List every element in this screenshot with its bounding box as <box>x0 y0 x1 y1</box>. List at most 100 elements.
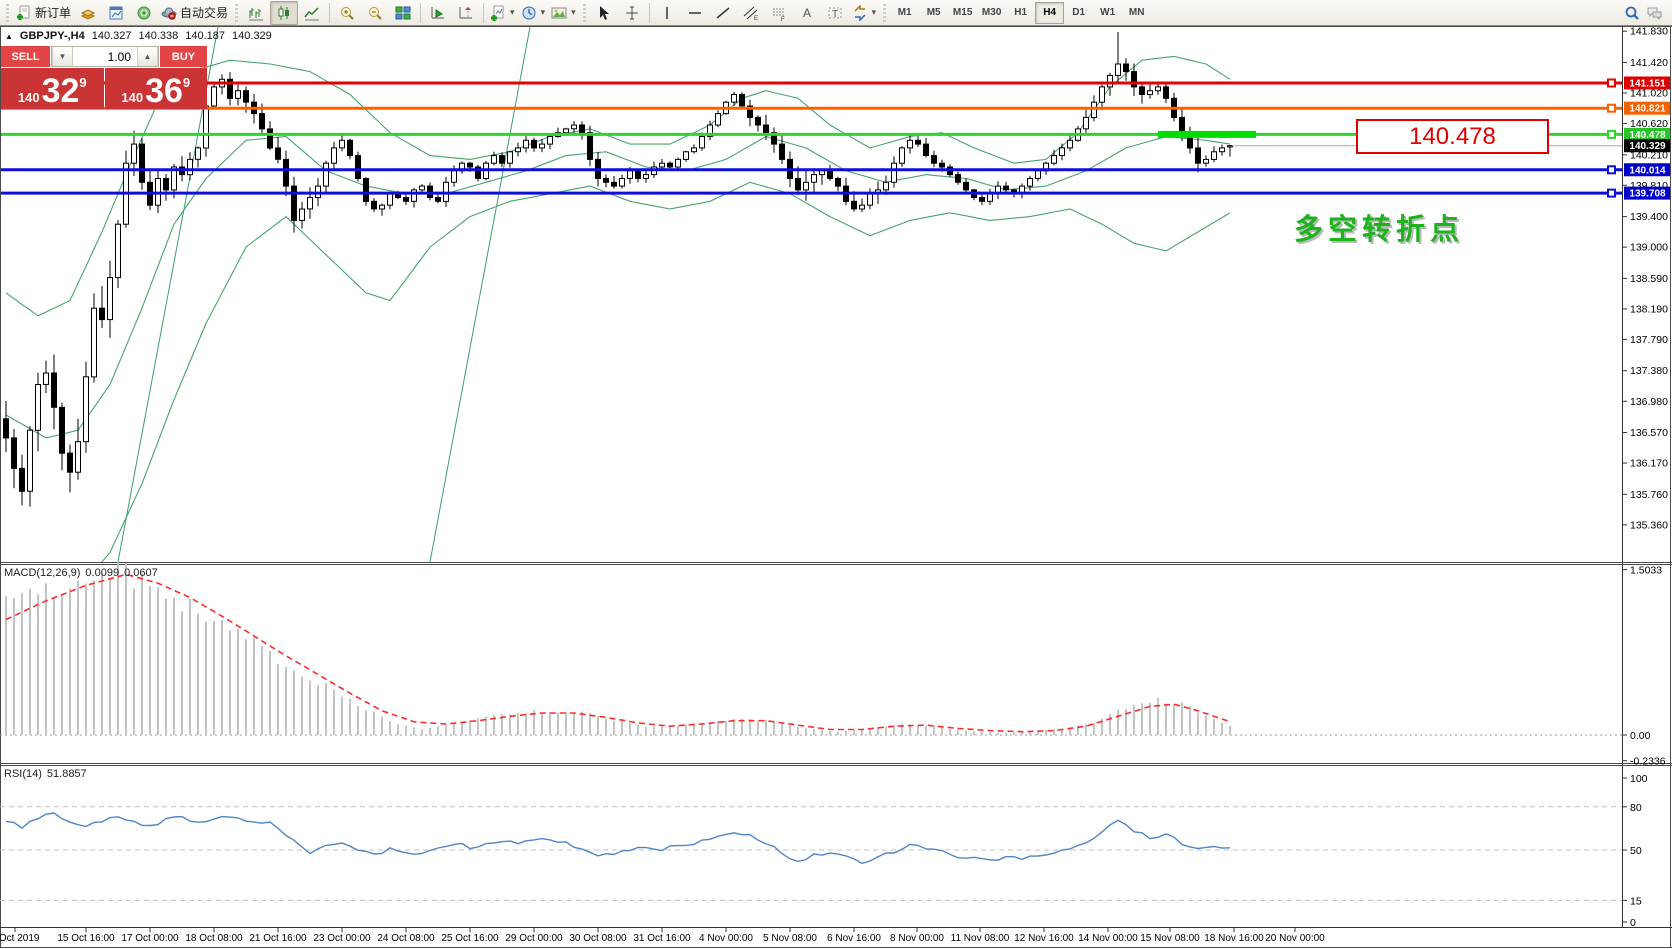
zoom-out-button[interactable] <box>361 1 389 25</box>
macd-histogram-bar <box>949 729 951 735</box>
candle-body <box>44 373 49 384</box>
new-order-button[interactable]: 新订单 <box>13 1 74 25</box>
macd-histogram-bar <box>157 587 159 735</box>
tf-button-h4[interactable]: H4 <box>1035 2 1064 24</box>
dropdown-caret-icon: ▾ <box>510 7 515 18</box>
candle-body <box>244 91 249 102</box>
time-tick-label: 31 Oct 16:00 <box>633 933 691 944</box>
level-endpoint-marker[interactable] <box>1608 80 1615 87</box>
cn-text-annotation[interactable]: 多空转折点 <box>1294 206 1464 248</box>
autotrade-button[interactable]: 自动交易 <box>158 1 231 25</box>
level-endpoint-marker[interactable] <box>1608 131 1615 138</box>
tf-button-m5[interactable]: M5 <box>919 2 948 24</box>
crosshair-button[interactable] <box>618 1 646 25</box>
macd-histogram-bar <box>253 638 255 736</box>
candle-body <box>1028 179 1033 187</box>
trendline-button[interactable] <box>709 1 737 25</box>
candlestick-chart-button[interactable] <box>270 1 298 25</box>
periods-icon <box>521 5 537 21</box>
periods-button[interactable]: ▾ <box>518 1 549 25</box>
equidistant-channel-button[interactable]: E <box>737 1 765 25</box>
macd-histogram-bar <box>661 727 663 736</box>
highlight-segment[interactable] <box>1158 131 1256 138</box>
buy-price-display[interactable]: 140 36 9 <box>105 68 208 109</box>
toolbar-grip[interactable] <box>581 4 588 22</box>
level-endpoint-marker[interactable] <box>1608 190 1615 197</box>
price-tick-label: 139.000 <box>1630 242 1668 254</box>
tf-button-mn[interactable]: MN <box>1122 2 1151 24</box>
buy-button[interactable]: BUY <box>160 46 207 67</box>
chart-shift-button[interactable] <box>452 1 480 25</box>
volume-input[interactable]: 1.00 <box>73 47 137 66</box>
cursor-button[interactable] <box>590 1 618 25</box>
macd-histogram-bar <box>245 639 247 735</box>
data-window-button[interactable] <box>102 1 130 25</box>
candle-body <box>1196 148 1201 163</box>
tf-button-h1[interactable]: H1 <box>1006 2 1035 24</box>
candle-body <box>756 117 761 125</box>
navigator-button[interactable] <box>130 1 158 25</box>
toolbar-grip[interactable] <box>233 4 240 22</box>
tf-button-d1[interactable]: D1 <box>1064 2 1093 24</box>
toolbar-right <box>1624 5 1670 21</box>
macd-histogram-bar <box>805 729 807 736</box>
zoom-in-button[interactable] <box>333 1 361 25</box>
macd-histogram-bar <box>1173 704 1175 735</box>
macd-histogram-bar <box>1029 732 1031 735</box>
toolbar-grip[interactable] <box>881 4 888 22</box>
tf-button-m1[interactable]: M1 <box>890 2 919 24</box>
macd-histogram-bar <box>189 599 191 735</box>
candle-body <box>868 194 873 205</box>
candle-body <box>852 201 857 209</box>
text-button[interactable]: A <box>793 1 821 25</box>
toolbar-grip[interactable] <box>4 4 11 22</box>
macd-histogram-bar <box>1133 705 1135 735</box>
candle-body <box>212 87 217 106</box>
macd-histogram-bar <box>789 726 791 736</box>
tile-windows-icon <box>395 5 411 21</box>
text-label-icon: T <box>827 5 843 21</box>
time-tick-label: 15 Oct 16:00 <box>57 933 115 944</box>
new-order-label: 新订单 <box>35 4 71 21</box>
price-tick-label: 141.830 <box>1630 26 1668 38</box>
text-label-button[interactable]: T <box>821 1 849 25</box>
tf-button-m30[interactable]: M30 <box>977 2 1006 24</box>
chat-icon[interactable] <box>1646 5 1662 21</box>
new-chart-button[interactable]: ▾ <box>487 1 518 25</box>
macd-histogram-bar <box>669 726 671 735</box>
candle-body <box>1084 117 1089 128</box>
macd-histogram-bar <box>1045 730 1047 735</box>
data-window-icon <box>108 5 124 21</box>
sell-price-display[interactable]: 140 32 9 <box>1 68 104 109</box>
fibonacci-button[interactable]: F <box>765 1 793 25</box>
search-icon[interactable] <box>1624 5 1640 21</box>
macd-histogram-bar <box>117 562 119 735</box>
volume-up-button[interactable]: ▲ <box>137 47 158 66</box>
vertical-line-button[interactable] <box>653 1 681 25</box>
templates-button[interactable]: ▾ <box>548 1 579 25</box>
sell-button[interactable]: SELL <box>1 46 50 67</box>
auto-scroll-button[interactable] <box>424 1 452 25</box>
tf-button-w1[interactable]: W1 <box>1093 2 1122 24</box>
level-endpoint-marker[interactable] <box>1608 105 1615 112</box>
market-watch-button[interactable] <box>74 1 102 25</box>
volume-down-button[interactable]: ▼ <box>52 47 73 66</box>
macd-histogram-bar <box>341 697 343 735</box>
price-annotation-box[interactable]: 140.478 <box>1356 119 1549 154</box>
candle-body <box>260 114 265 129</box>
level-endpoint-marker[interactable] <box>1608 166 1615 173</box>
macd-histogram-bar <box>77 581 79 736</box>
tile-windows-button[interactable] <box>389 1 417 25</box>
tf-button-m15[interactable]: M15 <box>948 2 977 24</box>
macd-histogram-bar <box>269 651 271 735</box>
collapse-arrow-icon[interactable]: ▲ <box>5 32 13 41</box>
macd-histogram-bar <box>381 717 383 736</box>
line-chart-button[interactable] <box>298 1 326 25</box>
arrows-button[interactable]: ▾ <box>849 1 880 25</box>
candle-body <box>940 163 945 167</box>
macd-histogram-bar <box>373 712 375 736</box>
macd-histogram-bar <box>509 714 511 735</box>
bar-chart-button[interactable] <box>242 1 270 25</box>
horizontal-line-button[interactable] <box>681 1 709 25</box>
candle-body <box>980 198 985 202</box>
